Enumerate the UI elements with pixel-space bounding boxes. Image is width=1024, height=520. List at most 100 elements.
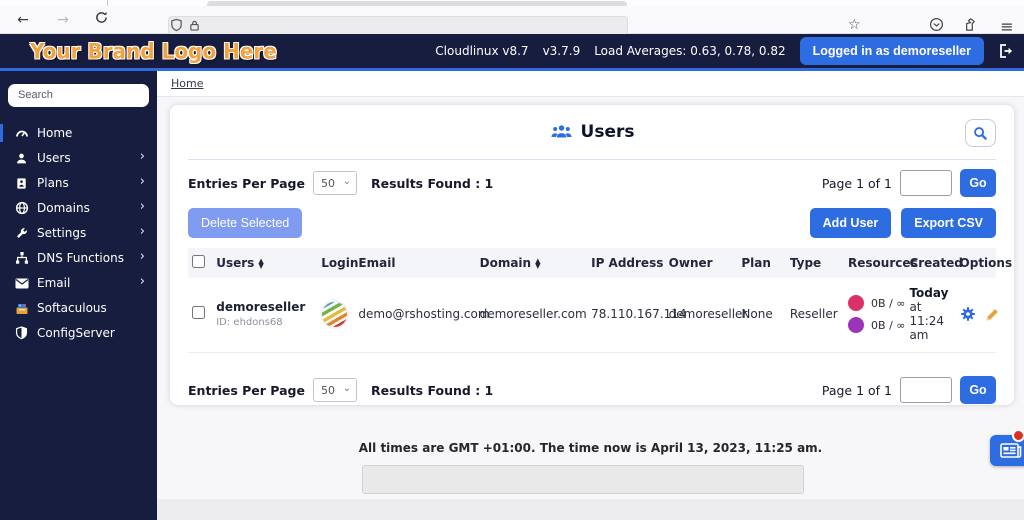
logout-button[interactable] xyxy=(998,43,1014,59)
back-button[interactable]: ← xyxy=(10,12,36,28)
sidebar-item-label: Settings xyxy=(37,226,86,240)
bookmark-star-icon[interactable]: ☆ xyxy=(848,18,861,32)
table-search-button[interactable] xyxy=(965,119,996,147)
delete-selected-button[interactable]: Delete Selected xyxy=(188,208,302,238)
globe-icon xyxy=(14,201,29,216)
login-avatar[interactable] xyxy=(321,301,348,328)
page-count-label: Page 1 of 1 xyxy=(822,176,892,191)
sidebar-item-email[interactable]: Email › xyxy=(0,271,157,296)
logged-in-button[interactable]: Logged in as demoreseller xyxy=(800,37,984,65)
resource-value: 0B / ∞ xyxy=(871,297,905,310)
sidebar-item-plans[interactable]: Plans › xyxy=(0,171,157,196)
brand-header: Your Brand Logo Here Cloudlinux v8.7 v3.… xyxy=(0,34,1024,71)
col-owner: Owner xyxy=(665,248,738,278)
notification-badge xyxy=(1012,429,1024,442)
dashboard-icon xyxy=(14,126,29,141)
sidebar-item-label: Domains xyxy=(37,201,90,215)
row-user-id: ID: ehdons68 xyxy=(216,317,313,328)
sidebar-item-label: DNS Functions xyxy=(37,251,124,265)
chevron-right-icon: › xyxy=(140,174,145,189)
row-domain[interactable]: demoreseller.com xyxy=(476,278,588,353)
entries-per-page-label: Entries Per Page xyxy=(188,383,305,398)
forward-button[interactable]: → xyxy=(50,12,76,28)
url-bar[interactable] xyxy=(168,16,628,36)
chevron-right-icon: › xyxy=(140,199,145,214)
chevron-right-icon: › xyxy=(140,249,145,264)
sidebar-item-configserver[interactable]: ConfigServer xyxy=(0,321,157,346)
row-email: demo@rshosting.com xyxy=(354,278,475,353)
col-users[interactable]: Users xyxy=(212,248,317,278)
chevron-right-icon: › xyxy=(140,149,145,164)
col-login: Login xyxy=(317,248,354,278)
col-options: Options xyxy=(956,248,996,278)
timezone-note: All times are GMT +01:00. The time now i… xyxy=(157,441,1024,455)
sidebar-item-dns-functions[interactable]: DNS Functions › xyxy=(0,246,157,271)
edit-pencil-icon[interactable] xyxy=(985,307,1000,322)
breadcrumb-home-link[interactable]: Home xyxy=(171,77,203,90)
newspaper-icon xyxy=(1000,442,1022,459)
col-ip: IP Address xyxy=(587,248,665,278)
addon-icon[interactable] xyxy=(962,17,976,36)
export-csv-button[interactable]: Export CSV xyxy=(901,208,996,238)
results-found-label: Results Found : 1 xyxy=(371,176,493,191)
row-username[interactable]: demoreseller xyxy=(216,300,313,314)
pocket-icon[interactable] xyxy=(929,17,944,36)
sidebar-item-label: Plans xyxy=(37,176,69,190)
sidebar-item-settings[interactable]: Settings › xyxy=(0,221,157,246)
resource-value: 0B / ∞ xyxy=(871,319,905,332)
add-user-button[interactable]: Add User xyxy=(810,208,892,238)
col-email: Email xyxy=(354,248,475,278)
browser-toolbar: ← → ☆ ≡ xyxy=(0,6,1024,34)
sidebar-item-label: Email xyxy=(37,276,70,290)
pagination-top: Entries Per Page 50 ⌄ Results Found : 1 … xyxy=(188,160,996,202)
row-ip: 78.110.167.114 xyxy=(587,278,665,353)
select-all-checkbox[interactable] xyxy=(192,255,205,268)
go-button[interactable]: Go xyxy=(960,376,996,404)
users-card: Users Entries Per Page 50 ⌄ Results Foun… xyxy=(170,105,1014,405)
chevron-right-icon: › xyxy=(140,274,145,289)
page-count-label: Page 1 of 1 xyxy=(822,383,892,398)
load-averages-label: Load Averages: 0.63, 0.78, 0.82 xyxy=(594,44,785,58)
reload-icon xyxy=(95,11,108,24)
progress-bar xyxy=(362,465,804,494)
select-caret-icon: ⌄ xyxy=(343,383,351,394)
resource-usage-primary: 0B / ∞ xyxy=(848,292,901,314)
select-caret-icon: ⌄ xyxy=(343,176,351,187)
entries-per-page-select[interactable]: 50 ⌄ xyxy=(313,171,357,195)
table-header-row: Users Login Email Domain IP Address Owne… xyxy=(188,248,996,278)
sidebar-item-home[interactable]: Home xyxy=(0,121,157,146)
row-owner: demoreseller xyxy=(665,278,738,353)
sidebar-item-label: Users xyxy=(37,151,71,165)
manage-gear-icon[interactable] xyxy=(960,306,976,322)
row-type: Reseller xyxy=(786,278,844,353)
sidebar-item-users[interactable]: Users › xyxy=(0,146,157,171)
hamburger-menu-icon[interactable]: ≡ xyxy=(994,17,1020,36)
page-number-input[interactable] xyxy=(900,170,952,196)
entries-per-page-value: 50 xyxy=(321,384,335,397)
sidebar-item-softaculous[interactable]: Softaculous xyxy=(0,296,157,321)
col-domain[interactable]: Domain xyxy=(476,248,588,278)
news-button[interactable] xyxy=(990,435,1024,466)
sidebar-item-label: Home xyxy=(37,126,72,140)
lock-icon[interactable] xyxy=(189,17,200,36)
table-row: demoreseller ID: ehdons68 demo@rshosting… xyxy=(188,278,996,353)
panel-version-label: v3.7.9 xyxy=(543,44,581,58)
os-version-label: Cloudlinux v8.7 xyxy=(435,44,528,58)
resource-dot-pink xyxy=(848,295,864,311)
row-created-time: at 11:24 am xyxy=(909,300,944,342)
resource-usage-secondary: 0B / ∞ xyxy=(848,314,901,336)
row-checkbox[interactable] xyxy=(192,306,205,319)
sidebar-search-input[interactable] xyxy=(8,84,149,107)
tracking-shield-icon[interactable] xyxy=(170,17,183,36)
shield-icon xyxy=(14,326,29,341)
go-button[interactable]: Go xyxy=(960,169,996,197)
table-actions: Delete Selected Add User Export CSV xyxy=(188,202,996,244)
sidebar-item-domains[interactable]: Domains › xyxy=(0,196,157,221)
reload-button[interactable] xyxy=(88,11,114,28)
logout-icon xyxy=(998,43,1014,59)
page-number-input[interactable] xyxy=(900,377,952,403)
col-plan: Plan xyxy=(737,248,785,278)
url-input[interactable] xyxy=(203,18,627,34)
entries-per-page-label: Entries Per Page xyxy=(188,176,305,191)
entries-per-page-select[interactable]: 50 ⌄ xyxy=(313,378,357,402)
